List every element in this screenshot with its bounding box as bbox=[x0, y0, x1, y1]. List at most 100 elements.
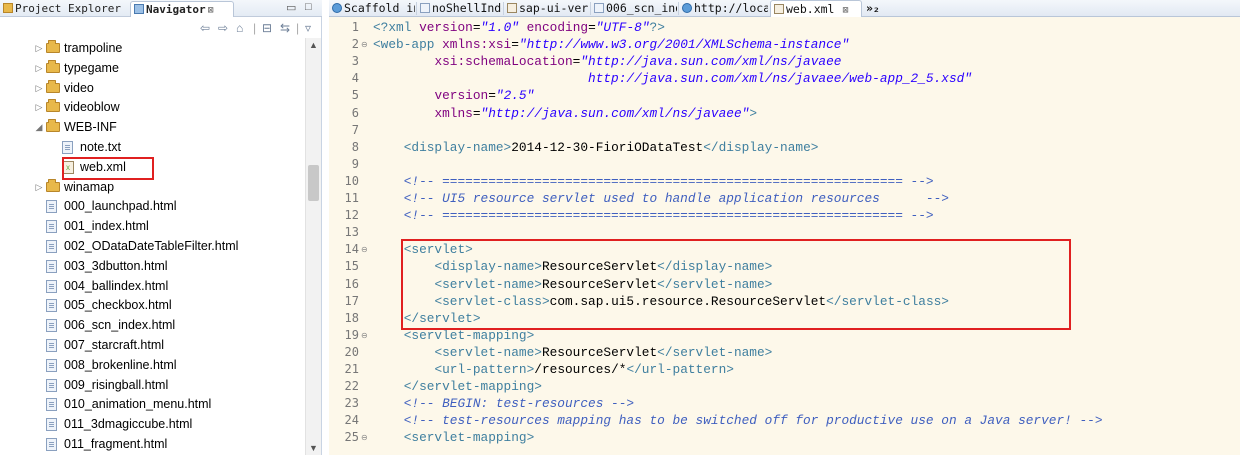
view-menu-icon[interactable]: ▿ bbox=[305, 21, 311, 35]
close-icon[interactable]: ⊠ bbox=[208, 5, 214, 16]
tree-item-label: 002_ODataDateTableFilter.html bbox=[64, 239, 239, 253]
tree-item-label: 007_starcraft.html bbox=[64, 338, 165, 352]
line-number: 14 bbox=[344, 242, 359, 257]
line-number: 2 bbox=[351, 37, 359, 52]
tree-item[interactable]: 004_ballindex.html bbox=[0, 277, 300, 295]
editor-tab[interactable]: 006_scn_inde... bbox=[591, 0, 677, 17]
navigator-toolbar: ⇦ ⇨ ⌂ | ⊟ ⇆ | ▿ bbox=[0, 18, 322, 38]
line-number: 7 bbox=[351, 122, 359, 137]
editor-tab-bar: Scaffold in ... noShellIndex... sap-ui-ver… bbox=[329, 0, 1240, 17]
code-line: xmlns="http://java.sun.com/xml/ns/javaee… bbox=[434, 105, 757, 121]
tree-item[interactable]: 000_launchpad.html bbox=[0, 197, 300, 215]
tree-item[interactable]: ▷ winamap bbox=[0, 178, 300, 196]
tree-item[interactable]: ▷ video bbox=[0, 79, 300, 97]
tree-item[interactable]: note.txt bbox=[0, 138, 300, 156]
file-icon bbox=[46, 319, 57, 333]
close-icon[interactable]: ⊠ bbox=[836, 5, 848, 16]
tab-project-explorer[interactable]: Project Explorer bbox=[0, 1, 130, 17]
editor-area: Scaffold in ... noShellIndex... sap-ui-ver… bbox=[329, 0, 1240, 455]
editor-tab-label: noShellIndex... bbox=[432, 1, 502, 15]
tree-item-label: 000_launchpad.html bbox=[64, 199, 177, 214]
line-number: 4 bbox=[351, 71, 359, 86]
collapsed-arrow-icon[interactable]: ▷ bbox=[34, 79, 44, 97]
tree-item[interactable]: ◢ WEB-INF bbox=[0, 118, 300, 136]
toolbar-separator: | bbox=[296, 21, 300, 35]
tab-navigator[interactable]: Navigator ⊠ bbox=[130, 1, 234, 17]
fold-toggle-icon[interactable]: ⊖ bbox=[361, 328, 368, 343]
tree-item[interactable]: ▷ trampoline bbox=[0, 39, 300, 57]
xml-file-icon bbox=[774, 4, 784, 14]
fold-toggle-icon[interactable]: ⊖ bbox=[361, 430, 368, 445]
code-line: <servlet-mapping> bbox=[403, 327, 535, 343]
code-line: <display-name>2014-12-30-FioriODataTest<… bbox=[403, 139, 819, 155]
line-number: 5 bbox=[351, 88, 359, 103]
tree-item-label: 011_fragment.html bbox=[64, 437, 168, 451]
line-number: 11 bbox=[344, 191, 359, 205]
editor-tab[interactable]: http://local... bbox=[679, 0, 768, 17]
tree-item[interactable]: 011_fragment.html bbox=[0, 435, 300, 453]
code-line: version="2.5" bbox=[434, 88, 535, 104]
fold-toggle-icon[interactable]: ⊖ bbox=[361, 242, 368, 257]
line-number: 10 bbox=[344, 173, 359, 188]
editor-tab[interactable]: sap-ui-versi... bbox=[504, 0, 589, 17]
forward-icon[interactable]: ⇨ bbox=[218, 21, 228, 35]
collapsed-arrow-icon[interactable]: ▷ bbox=[34, 59, 44, 77]
tree-item[interactable]: 011_3dmagiccube.html bbox=[0, 415, 300, 433]
scroll-thumb[interactable] bbox=[308, 165, 319, 201]
expanded-arrow-icon[interactable]: ◢ bbox=[34, 118, 44, 136]
editor-tab[interactable]: web.xml ⊠ bbox=[770, 0, 862, 17]
tree-item-label: 011_3dmagiccube.html bbox=[64, 417, 193, 432]
tree-item-label: 003_3dbutton.html bbox=[64, 258, 168, 273]
tree-item[interactable]: 001_index.html bbox=[0, 217, 300, 235]
tree-item-label: 004_ballindex.html bbox=[64, 278, 169, 293]
code-line: <?xml version="1.0" encoding="UTF-8"?> bbox=[373, 20, 665, 35]
maximize-icon[interactable]: □ bbox=[305, 1, 312, 13]
collapsed-arrow-icon[interactable]: ▷ bbox=[34, 98, 44, 116]
editor-tab[interactable]: Scaffold in ... bbox=[329, 0, 415, 17]
xml-file-icon bbox=[507, 3, 517, 13]
tree-item[interactable]: ▷ typegame bbox=[0, 59, 300, 77]
file-icon bbox=[46, 339, 57, 352]
tree-item-label: 006_scn_index.html bbox=[64, 318, 176, 333]
line-number: 22 bbox=[344, 379, 359, 394]
scroll-down-icon[interactable]: ▼ bbox=[309, 443, 318, 453]
code-line: <!-- ===================================… bbox=[403, 208, 934, 224]
link-editor-icon[interactable]: ⇆ bbox=[280, 21, 290, 35]
tree-item[interactable]: 005_checkbox.html bbox=[0, 296, 300, 314]
tree-item[interactable]: 007_starcraft.html bbox=[0, 336, 300, 354]
tree-item[interactable]: 010_animation_menu.html bbox=[0, 395, 300, 413]
collapse-all-icon[interactable]: ⊟ bbox=[262, 21, 272, 35]
html-file-icon bbox=[420, 3, 430, 13]
line-number: 20 bbox=[344, 344, 359, 359]
home-icon[interactable]: ⌂ bbox=[236, 21, 243, 35]
line-number: 21 bbox=[344, 362, 359, 376]
tree-item-label: trampoline bbox=[64, 41, 123, 55]
line-number-gutter: 1 2 ⊖ 3 4 5 6 7 8 9 10 11 12 13 14 ⊖ 15 16 17 18 19 ⊖ 20 21 22 23… bbox=[329, 17, 373, 455]
tree-item-label: video bbox=[64, 80, 94, 95]
tree-item-label: 009_risingball.html bbox=[64, 377, 169, 392]
tree-item[interactable]: 008_brokenline.html bbox=[0, 356, 300, 374]
back-icon[interactable]: ⇦ bbox=[200, 21, 210, 35]
minimize-icon[interactable]: ▭ bbox=[286, 1, 296, 14]
editor-tab[interactable]: noShellIndex... bbox=[417, 0, 502, 17]
tree-item[interactable]: 006_scn_index.html bbox=[0, 316, 300, 334]
file-icon bbox=[46, 259, 57, 273]
line-number: 23 bbox=[344, 396, 359, 411]
code-line: <servlet-name>ResourceServlet</servlet-n… bbox=[434, 344, 773, 360]
tree-item-label: WEB-INF bbox=[64, 120, 117, 135]
tree-item[interactable]: 002_ODataDateTableFilter.html bbox=[0, 237, 300, 255]
collapsed-arrow-icon[interactable]: ▷ bbox=[34, 178, 44, 196]
collapsed-arrow-icon[interactable]: ▷ bbox=[34, 39, 44, 57]
fold-toggle-icon[interactable]: ⊖ bbox=[361, 37, 368, 52]
scroll-up-icon[interactable]: ▲ bbox=[309, 40, 318, 50]
code-line: <!-- test-resources mapping has to be sw… bbox=[403, 413, 1103, 429]
more-tabs-icon[interactable]: »₂ bbox=[866, 0, 888, 17]
line-number: 13 bbox=[344, 225, 359, 240]
tree-item[interactable]: ▷ videoblow bbox=[0, 98, 300, 116]
tree-item[interactable]: 003_3dbutton.html bbox=[0, 257, 300, 275]
browser-icon bbox=[332, 3, 342, 13]
tree-scrollbar[interactable]: ▲ ▼ bbox=[305, 38, 321, 455]
xml-source-view[interactable]: 1 2 ⊖ 3 4 5 6 7 8 9 10 11 12 13 14 ⊖ 15 16 17 18 19 ⊖ 20 21 22 23… bbox=[329, 17, 1240, 455]
tree-item[interactable]: 009_risingball.html bbox=[0, 376, 300, 394]
line-number: 18 bbox=[344, 310, 359, 325]
